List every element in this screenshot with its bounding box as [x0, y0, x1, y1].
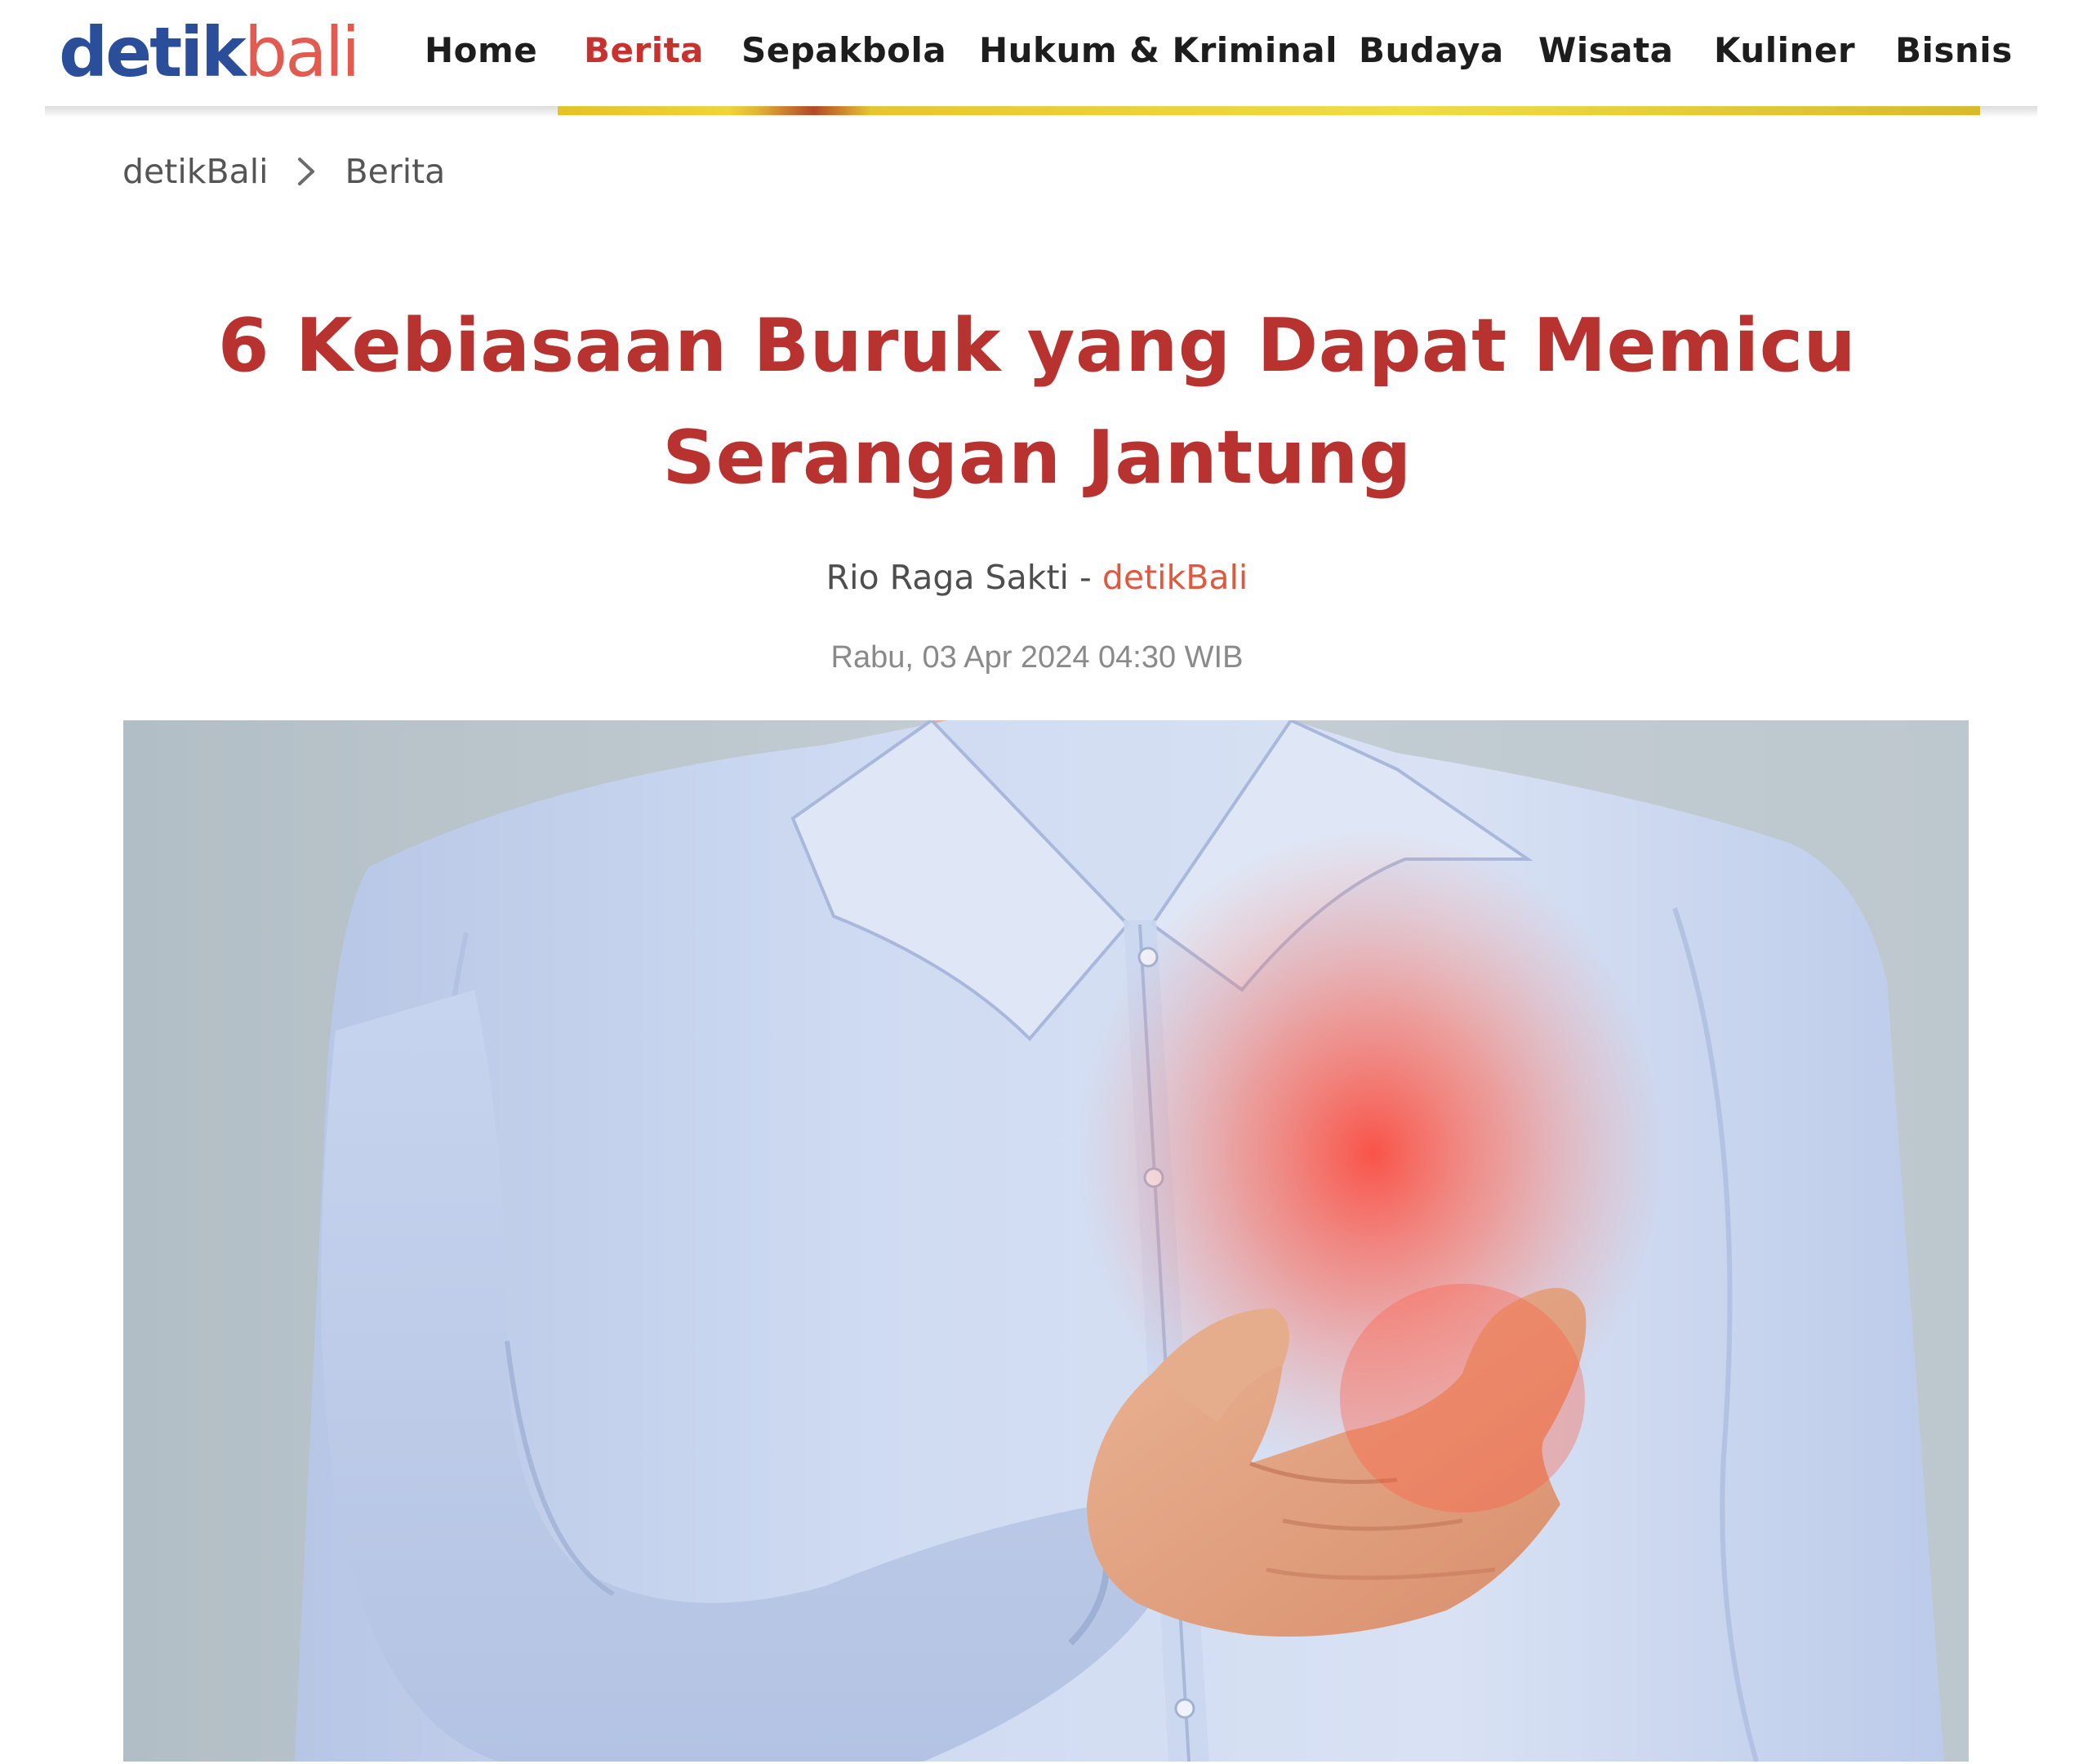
nav-item-hukum-kriminal[interactable]: Hukum & Kriminal	[979, 18, 1337, 83]
main-nav: Home Berita Sepakbola Hukum & Kriminal B…	[425, 18, 2074, 83]
nav-item-budaya[interactable]: Budaya	[1359, 18, 1504, 83]
nav-item-sepakbola[interactable]: Sepakbola	[741, 18, 946, 83]
nav-item-wisata[interactable]: Wisata	[1538, 18, 1673, 83]
hero-illustration	[123, 720, 1969, 1762]
publish-date: Rabu, 03 Apr 2024 04:30 WIB	[830, 640, 1244, 675]
site-logo[interactable]: detik bali	[59, 11, 360, 93]
ad-banner-edge	[558, 106, 1980, 115]
nav-item-home[interactable]: Home	[425, 18, 537, 83]
article-title: 6 Kebiasaan Buruk yang Dapat Memicu Sera…	[163, 290, 1911, 514]
logo-bali-text: bali	[243, 12, 360, 92]
byline-separator: -	[1079, 558, 1092, 597]
nav-item-kuliner[interactable]: Kuliner	[1714, 18, 1855, 83]
nav-item-berita[interactable]: Berita	[584, 18, 704, 83]
source-name[interactable]: detikBali	[1102, 558, 1248, 597]
breadcrumb-item-detikbali[interactable]: detikBali	[122, 152, 269, 191]
article-title-line-2: Serangan Jantung	[662, 415, 1412, 501]
nav-item-bisnis[interactable]: Bisnis	[1895, 18, 2013, 83]
breadcrumb: detikBali Berita	[122, 147, 445, 196]
logo-detik-text: detik	[59, 12, 247, 92]
breadcrumb-item-berita[interactable]: Berita	[345, 152, 446, 191]
article-title-line-1: 6 Kebiasaan Buruk yang Dapat Memicu	[217, 303, 1857, 389]
article-hero-image	[123, 720, 1969, 1762]
site-header: detik bali Home Berita Sepakbola Hukum & …	[0, 0, 2074, 108]
article-byline: Rio Raga Sakti - detikBali	[0, 549, 2074, 606]
chevron-right-icon	[287, 155, 329, 188]
article-page: detik bali Home Berita Sepakbola Hukum & …	[0, 0, 2074, 1764]
author-name[interactable]: Rio Raga Sakti	[826, 558, 1069, 597]
